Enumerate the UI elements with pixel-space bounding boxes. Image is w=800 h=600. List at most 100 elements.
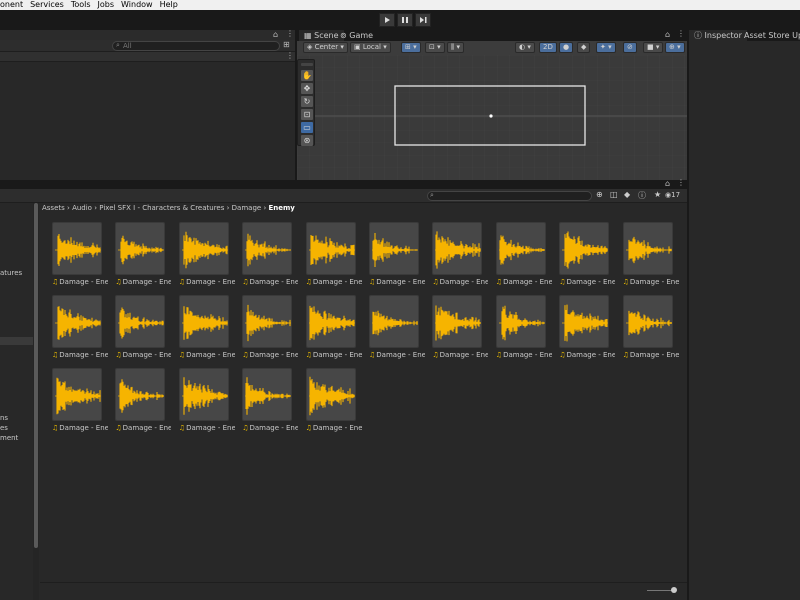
scene-viewport[interactable] (297, 55, 687, 180)
hidden-packages-count[interactable]: ◉17 (665, 191, 680, 199)
create-icon[interactable]: ⊞ (283, 40, 290, 49)
align-button[interactable]: ⫼ ▾ (447, 42, 464, 53)
menu-window[interactable]: Window (121, 0, 153, 9)
lock-icon[interactable]: ⌂ (273, 30, 278, 39)
audio-asset[interactable]: ♫Damage - Enem (305, 368, 362, 432)
audio-asset[interactable]: ♫Damage - Enem (622, 295, 679, 359)
folder-item[interactable]: es (0, 424, 8, 432)
move-tool[interactable]: ✥ (301, 83, 313, 94)
filter-icon[interactable]: ◫ (610, 190, 618, 199)
scene-lock-icon[interactable]: ⌂ (665, 30, 670, 39)
audio-asset[interactable]: ♫Damage - Enem (495, 295, 552, 359)
align-icon: ⫼ (451, 43, 455, 51)
sidebar-scroll-thumb[interactable] (34, 203, 38, 548)
audio-asset[interactable]: ♫Damage - Enem (52, 295, 108, 359)
audio-asset[interactable]: ♫Damage - Enem (305, 295, 362, 359)
scene-row[interactable]: ⋮ (0, 51, 295, 62)
audio-waveform (245, 233, 292, 267)
space-dropdown[interactable]: ▣ Local ▾ (350, 42, 391, 53)
star-icon[interactable]: ★ (654, 190, 661, 199)
scale-tool[interactable]: ⊡ (301, 109, 313, 120)
audio-asset[interactable]: ♫Damage - Enem (52, 368, 108, 432)
audio-asset[interactable]: ♫Damage - Enem (559, 222, 615, 286)
menu-tools[interactable]: Tools (71, 0, 91, 9)
tab-asset-store-uploader[interactable]: Asset Store Uploa (739, 30, 800, 41)
warning-icon[interactable]: ⓘ (638, 190, 646, 201)
audio-asset[interactable]: ♫Damage - Enem (242, 368, 298, 432)
project-lock-icon[interactable]: ⌂ (665, 179, 670, 188)
breadcrumb-damage[interactable]: Damage (232, 204, 262, 212)
audio-asset[interactable]: ♫Damage - Enem (52, 222, 108, 286)
search-by-type-icon[interactable]: ⊕ (596, 190, 603, 199)
pause-button[interactable] (397, 13, 413, 27)
audio-asset[interactable]: ♫Damage - Enem (495, 222, 552, 286)
lighting-button[interactable]: ● (559, 42, 574, 53)
audio-waveform (372, 310, 418, 336)
palette-handle[interactable] (301, 63, 313, 66)
more-icon[interactable]: ⋮ (286, 29, 294, 38)
project-more-icon[interactable]: ⋮ (677, 178, 685, 187)
camera-button[interactable]: ■ ▾ (643, 42, 664, 53)
breadcrumb-assets[interactable]: Assets (42, 204, 65, 212)
tab-game[interactable]: ⊚ Game (335, 30, 378, 41)
snap-increment-button[interactable]: ⊡ ▾ (425, 42, 445, 53)
audio-asset[interactable]: ♫Damage - Enem (369, 295, 425, 359)
folder-item[interactable]: ment (0, 434, 18, 442)
asset-name: Damage - Enem (566, 351, 616, 359)
asset-name: Damage - Enem (186, 424, 235, 432)
visibility-button[interactable]: ⊘ (623, 42, 637, 53)
breadcrumb-enemy[interactable]: Enemy (269, 204, 295, 212)
audio-asset[interactable]: ♫Damage - Enem (115, 368, 171, 432)
breadcrumb-pack[interactable]: Pixel SFX I - Characters & Creatures (99, 204, 224, 212)
menu-help[interactable]: Help (160, 0, 178, 9)
hierarchy-search-input[interactable]: ⌕ All (112, 41, 280, 51)
folder-item[interactable]: ns (0, 414, 8, 422)
audio-asset[interactable]: ♫Damage - Enem (305, 222, 362, 286)
effects-button[interactable]: ✦ ▾ (596, 42, 616, 53)
shading-mode-button[interactable]: ◐ ▾ (515, 42, 535, 53)
pivot-dropdown[interactable]: ◈ Center ▾ (303, 42, 348, 53)
folder-item[interactable]: atures (0, 269, 22, 277)
hand-tool[interactable]: ✋ (301, 70, 313, 81)
gizmos-button[interactable]: ⊕ ▾ (665, 42, 685, 53)
audio-asset[interactable]: ♫Damage - Enem (178, 295, 235, 359)
scene-more-icon[interactable]: ⋮ (677, 29, 685, 38)
sidebar-scrollbar[interactable] (33, 203, 39, 600)
play-button[interactable] (379, 13, 395, 27)
mode-2d-button[interactable]: 2D (539, 42, 557, 53)
rotate-tool[interactable]: ↻ (301, 96, 313, 107)
grid-snap-button[interactable]: ⊞ ▾ (401, 42, 421, 53)
audio-asset[interactable]: ♫Damage - Enem (178, 222, 235, 286)
rect-tool[interactable]: ▭ (301, 122, 313, 133)
breadcrumb-audio[interactable]: Audio (72, 204, 92, 212)
audio-asset[interactable]: ♫Damage - Enem (432, 295, 488, 359)
step-button[interactable] (415, 13, 431, 27)
audio-asset[interactable]: ♫Damage - Enem (622, 222, 679, 286)
audio-button[interactable]: ◆ (577, 42, 591, 53)
project-search-input[interactable]: ⌕ (427, 191, 592, 201)
audio-asset[interactable]: ♫Damage - Enem (242, 295, 298, 359)
menu-component[interactable]: onent (0, 0, 23, 9)
cube-icon: ▣ (354, 43, 363, 51)
audio-asset[interactable]: ♫Damage - Enem (559, 295, 615, 359)
audio-asset[interactable]: ♫Damage - Enem (115, 295, 171, 359)
zoom-slider-handle[interactable] (671, 587, 677, 593)
step-icon (420, 17, 427, 23)
scene-more-icon[interactable]: ⋮ (286, 51, 294, 60)
audio-clip-icon: ♫ (559, 351, 566, 359)
audio-clip-icon: ♫ (115, 424, 122, 432)
waveform-thumbnail (622, 222, 673, 275)
selected-folder-item[interactable] (0, 337, 33, 345)
audio-asset[interactable]: ♫Damage - Enem (178, 368, 235, 432)
audio-asset[interactable]: ♫Damage - Enem (369, 222, 425, 286)
waveform-thumbnail (559, 295, 610, 348)
menu-jobs[interactable]: Jobs (98, 0, 115, 9)
audio-asset[interactable]: ♫Damage - Enem (115, 222, 171, 286)
menu-services[interactable]: Services (30, 0, 64, 9)
label-icon[interactable]: ◆ (624, 190, 630, 199)
audio-asset[interactable]: ♫Damage - Enem (242, 222, 298, 286)
transform-tool[interactable]: ⊛ (301, 135, 313, 146)
audio-asset[interactable]: ♫Damage - Enem (432, 222, 488, 286)
waveform-thumbnail (242, 222, 293, 275)
waveform-thumbnail (115, 368, 166, 421)
